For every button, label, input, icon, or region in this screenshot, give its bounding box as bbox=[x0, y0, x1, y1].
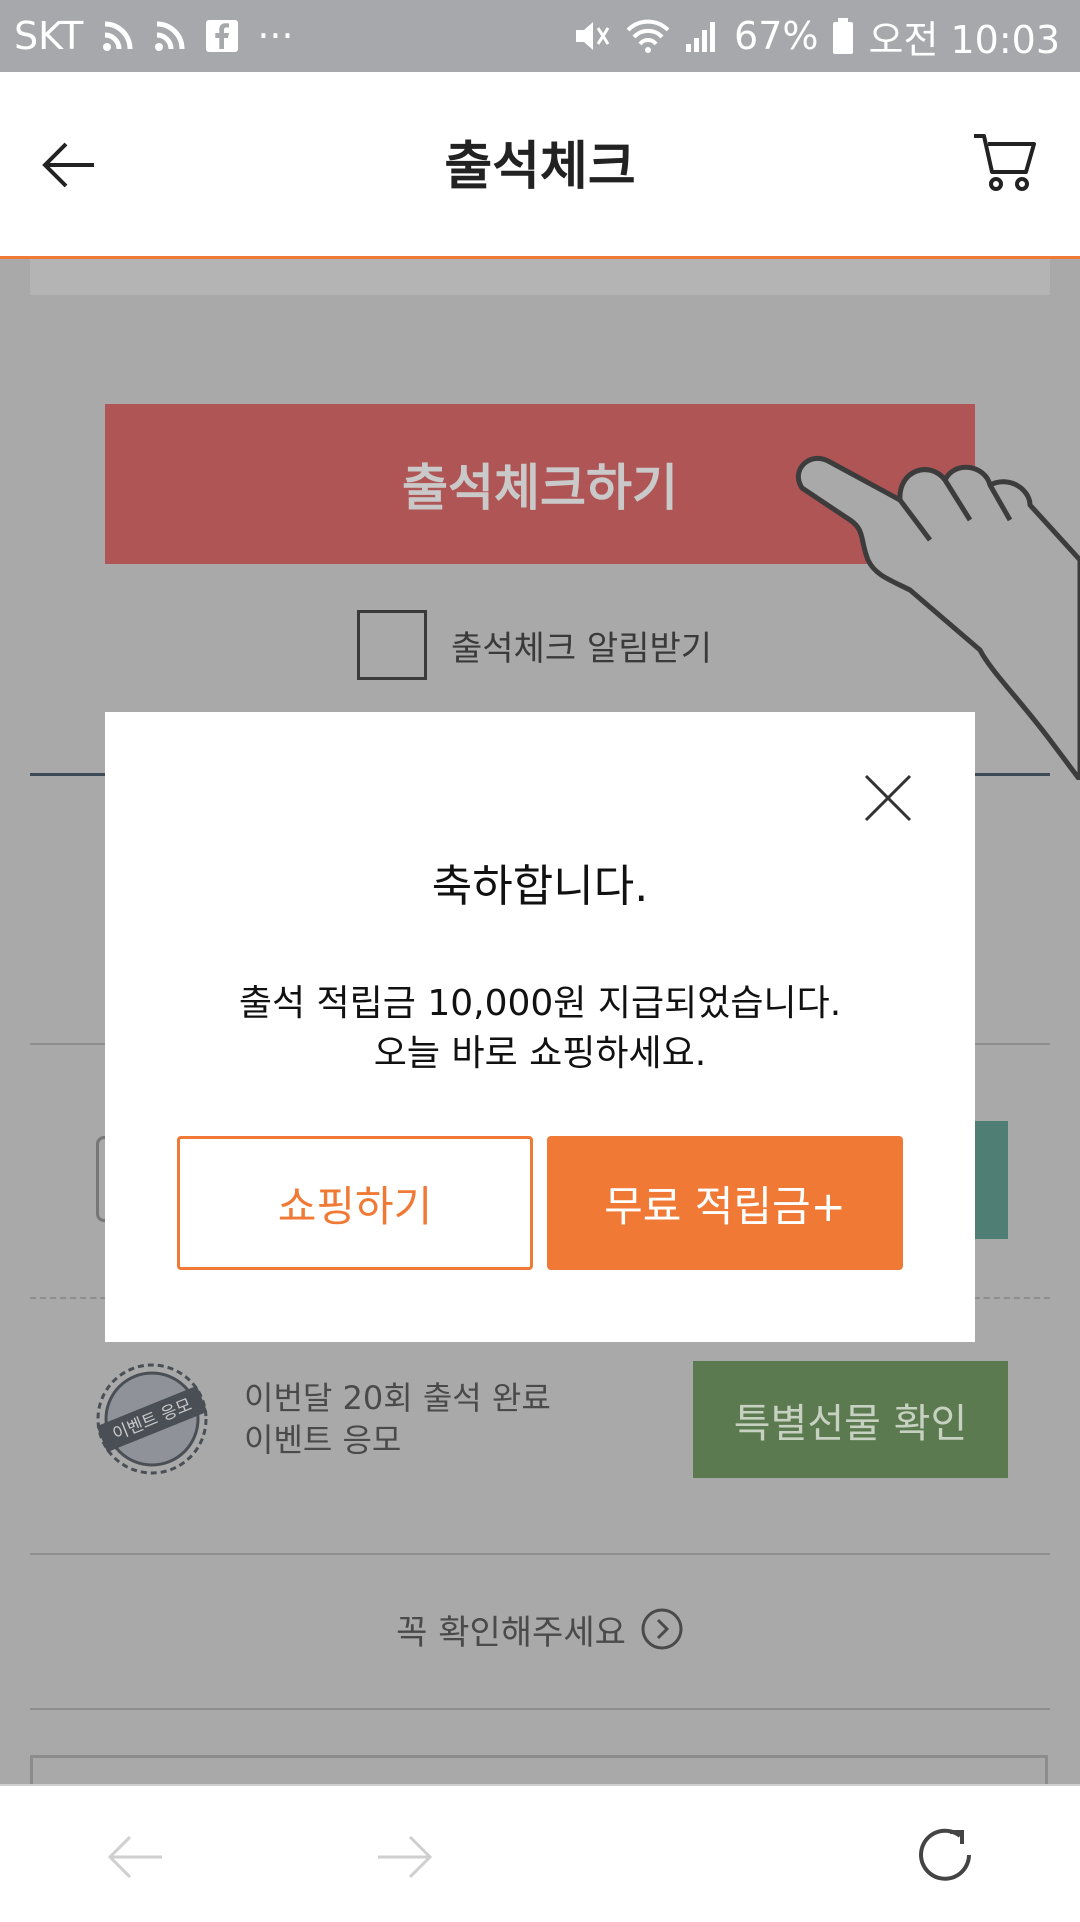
modal-message-line-2: 오늘 바로 쇼핑하세요. bbox=[373, 1033, 707, 1074]
status-left: SKT ··· bbox=[14, 0, 294, 72]
refresh-icon bbox=[919, 1828, 971, 1881]
free-points-button[interactable]: 무료 적립금+ bbox=[547, 1136, 903, 1270]
carrier-label: SKT bbox=[14, 14, 84, 58]
notify-label: 출석체크 알림받기 bbox=[451, 628, 713, 669]
cart-icon bbox=[974, 134, 1036, 191]
browser-back-button[interactable] bbox=[100, 1822, 170, 1892]
arrow-right-icon bbox=[378, 1835, 433, 1879]
status-bar: SKT ··· 67% 오전 10:03 bbox=[0, 0, 1080, 72]
battery-percent: 67% bbox=[734, 14, 819, 58]
close-button[interactable] bbox=[860, 770, 916, 826]
mute-icon bbox=[572, 18, 612, 54]
event-line-1: 이번달 20회 출석 완료 bbox=[244, 1379, 551, 1417]
shop-button[interactable]: 쇼핑하기 bbox=[177, 1136, 533, 1270]
modal-message-line-1: 출석 적립금 10,000원 지급되었습니다. bbox=[238, 983, 842, 1024]
signal-icon bbox=[684, 18, 720, 54]
notify-checkbox[interactable] bbox=[357, 610, 427, 680]
app-header: 출석체크 bbox=[0, 72, 1080, 259]
browser-refresh-button[interactable] bbox=[910, 1820, 980, 1890]
event-description: 이번달 20회 출석 완료 이벤트 응모 bbox=[244, 1377, 551, 1461]
special-gift-button[interactable]: 특별선물 확인 bbox=[693, 1361, 1008, 1478]
facebook-icon bbox=[205, 19, 239, 53]
content-frame bbox=[30, 1755, 1048, 1784]
rss-icon bbox=[101, 19, 135, 53]
event-stamp-icon: 이벤트 응모 bbox=[96, 1363, 208, 1475]
top-strip bbox=[30, 259, 1050, 295]
event-line-2: 이벤트 응모 bbox=[244, 1421, 402, 1459]
browser-bottom-bar bbox=[0, 1784, 1080, 1922]
confirm-link[interactable]: 꼭 확인해주세요 bbox=[0, 1599, 1080, 1659]
divider bbox=[30, 1708, 1050, 1710]
more-notifications: ··· bbox=[257, 14, 294, 58]
notify-row[interactable]: 출석체크 알림받기 bbox=[357, 607, 712, 683]
close-icon bbox=[864, 774, 912, 822]
battery-icon bbox=[832, 17, 854, 55]
wifi-icon bbox=[626, 18, 670, 54]
modal-title: 축하합니다. bbox=[431, 861, 649, 912]
chevron-right-circle-icon bbox=[641, 1608, 683, 1650]
clock: 오전 10:03 bbox=[868, 17, 1060, 62]
arrow-left-icon bbox=[107, 1835, 162, 1879]
rss-icon bbox=[153, 19, 187, 53]
reward-modal: 축하합니다. 출석 적립금 10,000원 지급되었습니다. 오늘 바로 쇼핑하… bbox=[105, 712, 975, 1342]
page-title: 출석체크 bbox=[444, 137, 636, 197]
divider bbox=[30, 1553, 1050, 1555]
confirm-link-label: 꼭 확인해주세요 bbox=[396, 1612, 626, 1653]
status-right: 67% 오전 10:03 bbox=[572, 0, 1060, 72]
cart-button[interactable] bbox=[970, 128, 1040, 198]
browser-forward-button[interactable] bbox=[370, 1822, 440, 1892]
